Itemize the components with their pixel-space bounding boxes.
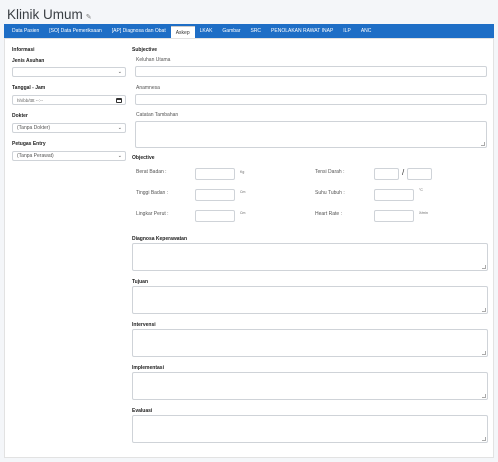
- tab-src[interactable]: SRC: [245, 24, 266, 38]
- resize-handle-icon[interactable]: [481, 142, 485, 146]
- tensi-darah-label: Tensi Darah :: [315, 169, 345, 175]
- suhu-tubuh-input[interactable]: [374, 189, 414, 201]
- dokter-label: Dokter: [12, 113, 28, 119]
- tab-penolakan-rawat-inap[interactable]: PENOLAKAN RAWAT INAP: [266, 24, 338, 38]
- tanggal-jam-input[interactable]: hh/bb/tttt --:--: [12, 95, 126, 105]
- catatan-tambahan-label: Catatan Tambahan: [136, 112, 179, 118]
- diagnosa-keperawatan-label: Diagnosa Keperawatan: [132, 236, 188, 242]
- subjective-heading: Subjective: [132, 47, 158, 53]
- tanggal-jam-label: Tanggal - Jam: [12, 85, 46, 91]
- lingkar-perut-label: Lingkar Perut :: [136, 211, 169, 217]
- berat-badan-label: Berat Badan :: [136, 169, 167, 175]
- page-title-wrap: Klinik Umum ✎: [7, 7, 92, 22]
- dokter-select[interactable]: (Tanpa Dokter) ⌄: [12, 123, 126, 133]
- catatan-tambahan-textarea[interactable]: [135, 121, 487, 148]
- objective-heading: Objective: [132, 155, 155, 161]
- tab-lkak[interactable]: LKAK: [195, 24, 218, 38]
- chevron-down-icon: ⌄: [117, 69, 122, 75]
- tensi-separator: /: [402, 168, 405, 177]
- tensi-diastolik-input[interactable]: [407, 168, 432, 180]
- heart-rate-label: Heart Rate :: [315, 211, 342, 217]
- berat-badan-unit: Kg: [240, 170, 245, 174]
- evaluasi-label: Evaluasi: [132, 408, 153, 414]
- chevron-down-icon: ⌄: [117, 153, 122, 159]
- chevron-down-icon: ⌄: [117, 125, 122, 131]
- tab-anc[interactable]: ANC: [356, 24, 377, 38]
- suhu-tubuh-label: Suhu Tubuh :: [315, 190, 345, 196]
- anamnesa-label: Anamnesa: [136, 85, 160, 91]
- berat-badan-input[interactable]: [195, 168, 235, 180]
- petugas-entry-value: (Tanpa Perawat): [17, 153, 54, 159]
- evaluasi-textarea[interactable]: [132, 415, 488, 443]
- diagnosa-keperawatan-textarea[interactable]: [132, 243, 488, 271]
- tab-so-data-pemeriksaan[interactable]: [SO] Data Pemeriksaan: [44, 24, 107, 38]
- resize-handle-icon[interactable]: [482, 308, 486, 312]
- resize-handle-icon[interactable]: [482, 265, 486, 269]
- informasi-heading: Informasi: [12, 47, 35, 53]
- tab-ap-diagnosa-obat[interactable]: [AP] Diagnosa dan Obat: [107, 24, 171, 38]
- tab-gambar[interactable]: Gambar: [217, 24, 245, 38]
- resize-handle-icon[interactable]: [482, 351, 486, 355]
- heart-rate-input[interactable]: [374, 210, 414, 222]
- resize-handle-icon[interactable]: [482, 394, 486, 398]
- jenis-asuhan-label: Jenis Asuhan: [12, 58, 45, 64]
- heart-rate-unit: X/min: [419, 211, 428, 215]
- tujuan-textarea[interactable]: [132, 286, 488, 314]
- askep-panel: Informasi Jenis Asuhan ⌄ Tanggal - Jam h…: [4, 38, 494, 458]
- implementasi-textarea[interactable]: [132, 372, 488, 400]
- tanggal-jam-placeholder: hh/bb/tttt --:--: [17, 97, 44, 103]
- suhu-tubuh-unit: °C: [419, 188, 423, 192]
- lingkar-perut-input[interactable]: [195, 210, 235, 222]
- tab-data-pasien[interactable]: Data Pasien: [7, 24, 44, 38]
- jenis-asuhan-select[interactable]: ⌄: [12, 67, 126, 77]
- tab-askep[interactable]: Askep: [170, 26, 195, 38]
- calendar-icon[interactable]: [116, 98, 122, 103]
- resize-handle-icon[interactable]: [482, 437, 486, 441]
- page-title: Klinik Umum: [7, 7, 83, 22]
- tinggi-badan-label: Tinggi Badan :: [136, 190, 169, 196]
- keluhan-utama-label: Keluhan Utama: [136, 57, 171, 63]
- tab-ilp[interactable]: ILP: [338, 24, 356, 38]
- anamnesa-input[interactable]: [135, 94, 487, 105]
- tinggi-badan-input[interactable]: [195, 189, 235, 201]
- tinggi-badan-unit: Cm: [240, 190, 246, 194]
- intervensi-textarea[interactable]: [132, 329, 488, 357]
- pencil-icon[interactable]: ✎: [86, 13, 92, 21]
- petugas-entry-select[interactable]: (Tanpa Perawat) ⌄: [12, 151, 126, 161]
- tujuan-label: Tujuan: [132, 279, 149, 285]
- tab-bar: Data Pasien [SO] Data Pemeriksaan [AP] D…: [4, 24, 494, 38]
- intervensi-label: Intervensi: [132, 322, 156, 328]
- lingkar-perut-unit: Cm: [240, 211, 246, 215]
- implementasi-label: Implementasi: [132, 365, 164, 371]
- tensi-sistolik-input[interactable]: [374, 168, 399, 180]
- petugas-entry-label: Petugas Entry: [12, 141, 46, 147]
- dokter-value: (Tanpa Dokter): [17, 125, 51, 131]
- keluhan-utama-input[interactable]: [135, 66, 487, 77]
